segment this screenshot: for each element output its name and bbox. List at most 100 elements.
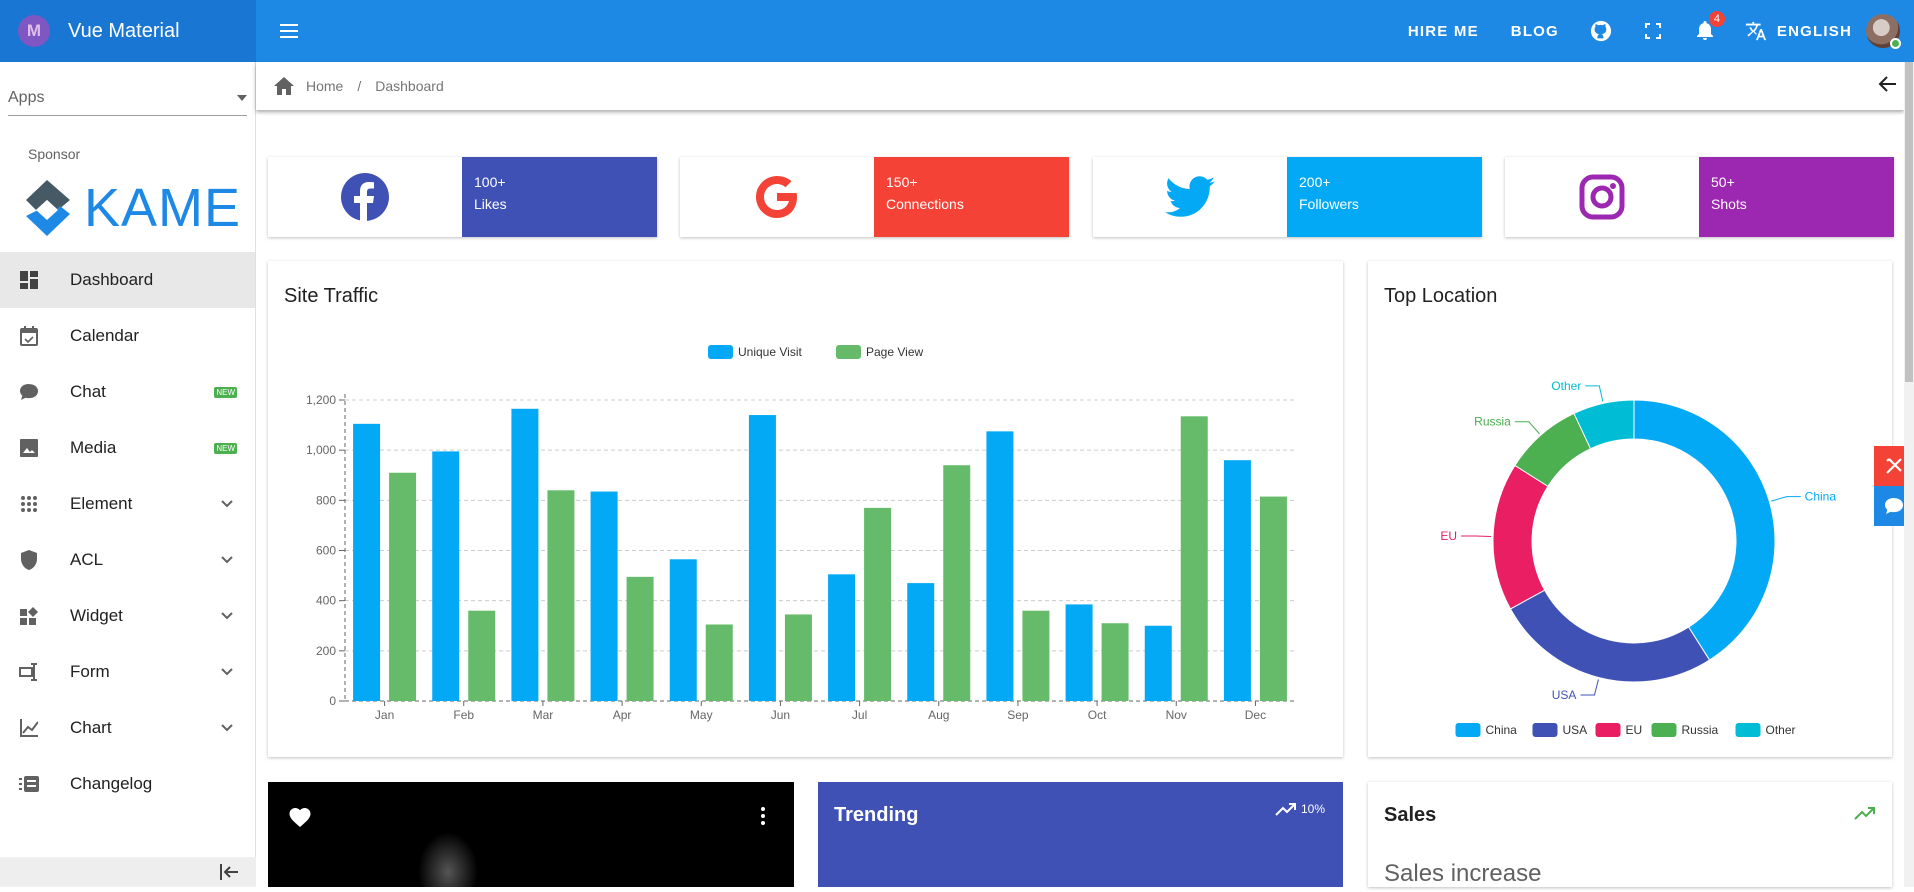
slice-label: China: [1805, 490, 1837, 504]
github-button[interactable]: [1589, 19, 1613, 43]
menu-toggle-button[interactable]: [276, 18, 302, 44]
sidebar-item-acl[interactable]: ACL: [0, 532, 255, 588]
google-icon: [756, 176, 797, 218]
bar: [1022, 610, 1050, 701]
stat-label: Followers: [1299, 196, 1359, 212]
sidebar-item-label: Changelog: [70, 774, 153, 793]
site-traffic-chart: Unique Visit Page View 0 200 400 600 800 1,000 1…: [306, 345, 1295, 722]
pie-slice: [1633, 399, 1776, 661]
sidebar-item-form[interactable]: Form: [0, 644, 255, 700]
hire-me-button[interactable]: HIRE ME: [1408, 23, 1479, 40]
trending-title: Trending: [834, 804, 919, 826]
hamburger-icon: [280, 24, 298, 38]
stat-value: 150+: [886, 174, 918, 190]
sidebar-item-chat[interactable]: Chat NEW: [0, 364, 255, 420]
app-bar: M Vue Material HIRE ME BLOG 4 ENGLISH: [0, 0, 1914, 62]
language-label: ENGLISH: [1776, 22, 1852, 40]
sponsor-label: Sponsor: [28, 146, 81, 162]
bar: [669, 559, 697, 701]
legend-label: Russia: [1682, 723, 1719, 737]
x-tick-label: Jul: [852, 708, 867, 722]
sidebar-item-label: Chart: [70, 718, 112, 737]
bar: [1065, 604, 1093, 701]
sidebar-item-changelog[interactable]: Changelog: [0, 756, 255, 812]
apps-select[interactable]: Apps: [8, 80, 247, 116]
x-tick-label: Mar: [533, 708, 554, 722]
arrow-back-icon[interactable]: [1878, 74, 1898, 94]
online-status-dot: [1890, 38, 1901, 49]
chat-bubble-icon: [1885, 498, 1903, 514]
apps-select-value: Apps: [8, 88, 45, 106]
breadcrumb-separator: /: [357, 78, 362, 94]
bar: [511, 408, 539, 701]
y-tick-label: 800: [316, 493, 336, 507]
top-location-card: Top Location China USA EU Russia Other China U…: [1368, 261, 1892, 757]
apps-icon: [21, 496, 37, 512]
collapse-sidebar-button[interactable]: [0, 857, 256, 887]
sidebar-item-label: Media: [70, 438, 117, 457]
stat-card-instagram[interactable]: 50+ Shots: [1505, 157, 1894, 237]
y-tick-label: 400: [316, 594, 336, 608]
language-button[interactable]: ENGLISH: [1745, 19, 1852, 43]
bar: [432, 451, 460, 701]
changelog-icon: [19, 776, 39, 792]
bar: [1180, 416, 1208, 701]
breadcrumb-home[interactable]: Home: [306, 78, 343, 94]
x-tick-label: Oct: [1088, 708, 1107, 722]
legend-label: EU: [1626, 723, 1643, 737]
bar: [986, 431, 1014, 701]
slice-label: USA: [1552, 688, 1577, 702]
sponsor-name: KAME: [84, 178, 242, 238]
blog-button[interactable]: BLOG: [1511, 23, 1559, 40]
legend-label: USA: [1563, 723, 1588, 737]
translate-icon: [1745, 21, 1767, 41]
sidebar-item-media[interactable]: Media NEW: [0, 420, 255, 476]
stat-card-twitter[interactable]: 200+ Followers: [1093, 157, 1482, 237]
sidebar-item-label: Form: [70, 662, 110, 681]
stat-value: 100+: [474, 174, 506, 190]
new-badge: NEW: [214, 386, 237, 398]
trending-up-icon: [1275, 803, 1296, 816]
sponsor-logo[interactable]: KAME: [20, 178, 255, 238]
bar: [943, 465, 971, 701]
photo-image: [418, 832, 478, 892]
instagram-icon: [1579, 174, 1625, 220]
image-icon: [20, 439, 38, 457]
chevron-down-icon: [221, 612, 233, 620]
notifications-button[interactable]: 4: [1693, 11, 1725, 43]
slice-label: Russia: [1474, 415, 1511, 429]
brand[interactable]: M Vue Material: [0, 0, 256, 62]
stat-value: 50+: [1711, 174, 1735, 190]
bar: [547, 490, 575, 701]
scrollbar-thumb[interactable]: [1905, 62, 1913, 382]
chevron-down-icon: [221, 500, 233, 508]
stat-label: Likes: [474, 196, 507, 212]
sidebar-item-widget[interactable]: Widget: [0, 588, 255, 644]
stat-card-google[interactable]: 150+ Connections: [680, 157, 1069, 237]
x-tick-label: Feb: [453, 708, 474, 722]
sidebar-item-chart[interactable]: Chart: [0, 700, 255, 756]
y-tick-label: 600: [316, 544, 336, 558]
app-logo: M: [18, 15, 50, 47]
stat-card-facebook[interactable]: 100+ Likes: [268, 157, 657, 237]
slice-label-line: [1585, 385, 1604, 402]
trending-up-icon: [1854, 807, 1875, 820]
sidebar-nav: Dashboard Calendar Chat NEW Media NEW El…: [0, 252, 255, 812]
fullscreen-button[interactable]: [1641, 19, 1665, 43]
sidebar-item-element[interactable]: Element: [0, 476, 255, 532]
stat-text: 100+ Likes: [462, 157, 657, 237]
bar: [1223, 460, 1251, 701]
more-vert-icon[interactable]: [760, 806, 766, 826]
bar: [1259, 496, 1287, 701]
sidebar-item-label: Dashboard: [70, 270, 154, 289]
y-tick-label: 0: [329, 694, 336, 708]
chart-icon: [20, 719, 38, 737]
github-icon: [1590, 20, 1612, 42]
sidebar-item-calendar[interactable]: Calendar: [0, 308, 255, 364]
site-traffic-card: Site Traffic Unique Visit Page View 0 200 40…: [268, 261, 1343, 757]
user-avatar[interactable]: [1866, 14, 1901, 49]
page-scrollbar[interactable]: [1904, 62, 1914, 887]
sidebar-item-dashboard[interactable]: Dashboard: [0, 252, 255, 308]
heart-icon[interactable]: [288, 806, 312, 828]
y-tick-label: 1,200: [306, 393, 336, 407]
